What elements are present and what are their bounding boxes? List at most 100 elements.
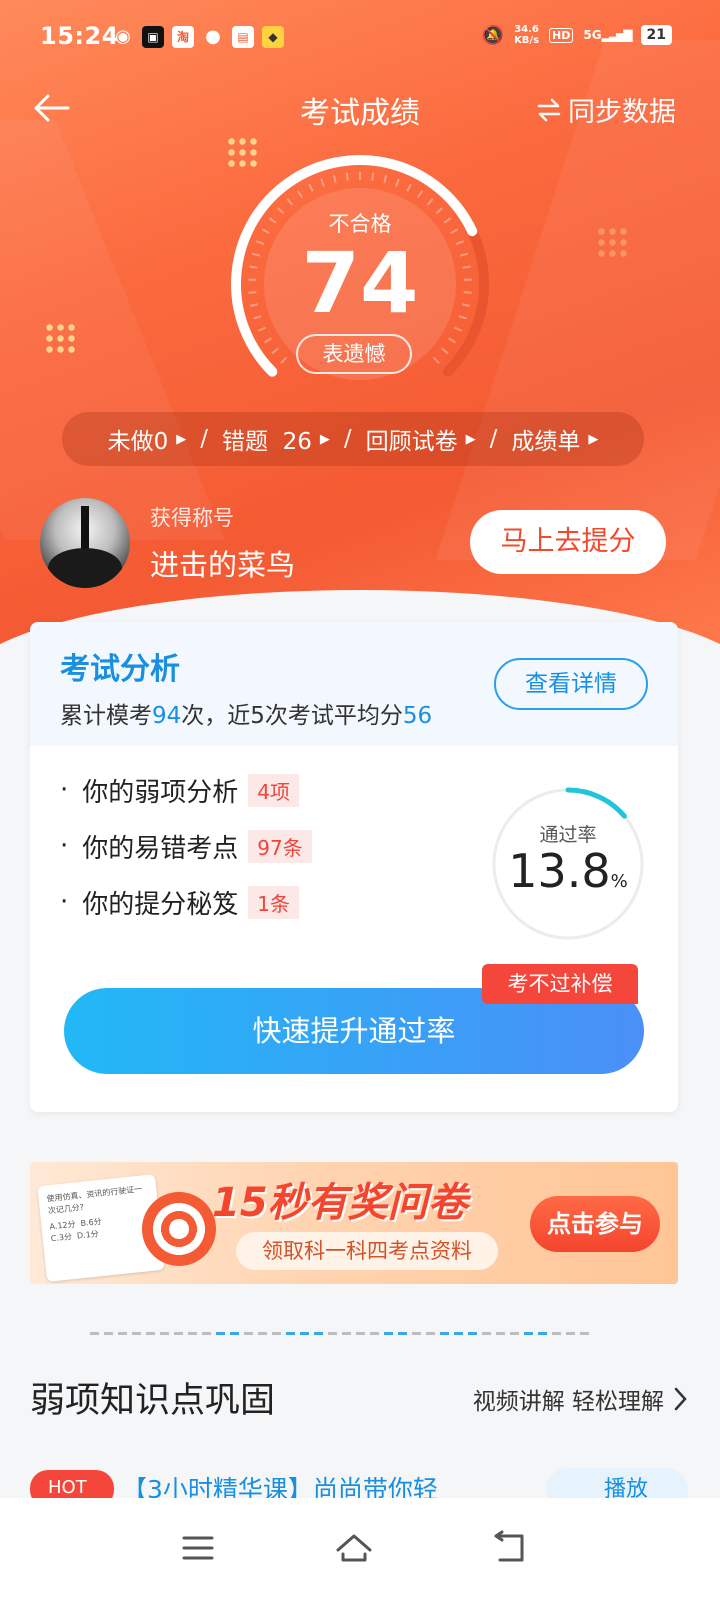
list-item[interactable]: · 你的弱项分析 4项 [60,762,312,818]
indicator-dash [356,1332,365,1335]
header-decoration [0,120,225,540]
score-gauge: 不合格 74 表遗憾 [210,150,510,390]
gauge-tick [286,198,294,206]
gauge-tick [395,178,400,187]
banner-subtitle: 领取科一科四考点资料 [236,1232,498,1270]
list-item[interactable]: · 你的易错考点 97条 [60,818,312,874]
indicator-dash [510,1332,519,1335]
count-badge: 97条 [248,829,312,863]
video-icon: ▣ [142,26,164,48]
indicator-dash [188,1332,197,1335]
indicator-dash [202,1332,211,1335]
indicator-dash [328,1332,337,1335]
review-paper-link[interactable]: 回顾试卷 ▶ [366,422,476,456]
gauge-tick [296,190,304,199]
participate-button[interactable]: 点击参与 [530,1196,660,1252]
indicator-dash [538,1332,547,1335]
gauge-tick [441,347,449,355]
indicator-dash [272,1332,281,1335]
indicator-dash [496,1332,505,1335]
taobao-icon: 淘 [172,26,194,48]
indicator-dash [440,1332,449,1335]
banner-title: 15秒有奖问卷 [212,1180,468,1226]
system-nav-bar [0,1498,720,1600]
page-indicator [90,1332,620,1336]
boost-score-button[interactable]: 马上去提分 [470,510,666,574]
signal-icon: ▂▃▅▇ [601,28,633,42]
indicator-dash [580,1332,589,1335]
avatar-dish [48,548,122,588]
mute-icon: 🔕 [481,24,505,46]
survey-banner[interactable]: 使用仿真、资讯的行驶证一次记几分? A.12分 B.6分 C.3分 D.1分 1… [30,1162,678,1284]
indicator-dash [566,1332,575,1335]
video-explain-link[interactable]: 视频讲解 轻松理解 [473,1382,690,1416]
analysis-title: 考试分析 [60,652,180,687]
indicator-dash [258,1332,267,1335]
gauge-tick [416,190,424,199]
play-button[interactable]: 播放 [546,1468,688,1498]
compensation-tag: 考不过补偿 [482,964,638,1004]
indicator-dash [482,1332,491,1335]
system-icons: 🔕 34.6 KB/s HD 5G▂▃▅▇ 21 [482,24,672,46]
indicator-dash [300,1332,309,1335]
home-icon[interactable] [334,1528,374,1568]
title-label: 获得称号 [150,506,234,530]
gauge-tick [280,356,288,364]
indicator-dash [552,1332,561,1335]
indicator-dash [314,1332,323,1335]
dots-decoration [596,226,630,260]
course-item[interactable]: HOT 【3小时精华课】尚尚带你轻 播放 [30,1468,690,1498]
separator: / [200,426,208,452]
hot-badge: HOT [30,1470,114,1498]
indicator-dash [146,1332,155,1335]
sync-data-button[interactable]: 同步数据 [536,90,676,129]
pass-ring-fill [565,787,627,819]
bilibili-icon: ▤ [232,26,254,48]
weak-points-section: 弱项知识点巩固 视频讲解 轻松理解 [30,1372,690,1432]
triangle-right-icon: ▶ [176,431,187,447]
analysis-list: · 你的弱项分析 4项 · 你的易错考点 97条 · 你的提分秘笈 1条 [60,762,312,930]
mock-count: 94 [152,703,182,729]
swap-icon [537,98,561,121]
gauge-tick [406,183,412,192]
regret-button[interactable]: 表遗憾 [296,334,412,374]
list-item[interactable]: · 你的提分秘笈 1条 [60,874,312,930]
analysis-card: 考试分析 累计模考94次，近5次考试平均分56 查看详情 · 你的弱项分析 4项… [30,622,678,1112]
analysis-card-header: 考试分析 累计模考94次，近5次考试平均分56 查看详情 [30,622,678,746]
gauge-tick [426,198,434,206]
undone-link[interactable]: 未做0 ▶ [108,422,187,456]
network-type: 5G▂▃▅▇ [583,28,633,42]
separator: / [489,426,498,452]
top-nav: 考试成绩 同步数据 [0,80,720,140]
pass-rate-value: 13.8% [508,844,628,898]
indicator-dash [468,1332,477,1335]
menu-icon[interactable] [178,1528,218,1568]
weibo-icon: ◉ [115,26,131,47]
report-card-link[interactable]: 成绩单 ▶ [511,422,598,456]
avg-score: 56 [402,703,433,729]
quick-links-bar: 未做0 ▶ / 错题 26 ▶ / 回顾试卷 ▶ / 成绩单 ▶ [62,412,644,466]
sync-label: 同步数据 [568,97,676,128]
indicator-dash [118,1332,127,1335]
indicator-dash [104,1332,113,1335]
indicator-dash [244,1332,253,1335]
status-bar: 15:24 ◉ ▣ 淘 ● ▤ ◆ 🔕 34.6 KB/s HD 5G▂▃▅▇ … [0,0,720,80]
indicator-dash [524,1332,533,1335]
separator: / [343,426,352,452]
indicator-dash [384,1332,393,1335]
back-nav-icon[interactable] [490,1528,530,1568]
pass-rate-label: 通过率 [539,824,597,846]
app-icon: ◆ [262,26,284,48]
indicator-dash [398,1332,407,1335]
triangle-right-icon: ▶ [588,431,599,447]
indicator-dash [286,1332,295,1335]
avatar[interactable] [40,498,130,588]
wrong-questions-link[interactable]: 错题 26 ▶ [222,422,330,456]
gauge-tick [448,337,457,344]
dots-decoration [44,322,78,356]
view-details-button[interactable]: 查看详情 [494,658,648,710]
analysis-summary: 累计模考94次，近5次考试平均分56 [60,703,433,729]
gauge-tick [332,174,337,184]
title-value: 进击的菜鸟 [150,548,296,582]
indicator-dash [370,1332,379,1335]
